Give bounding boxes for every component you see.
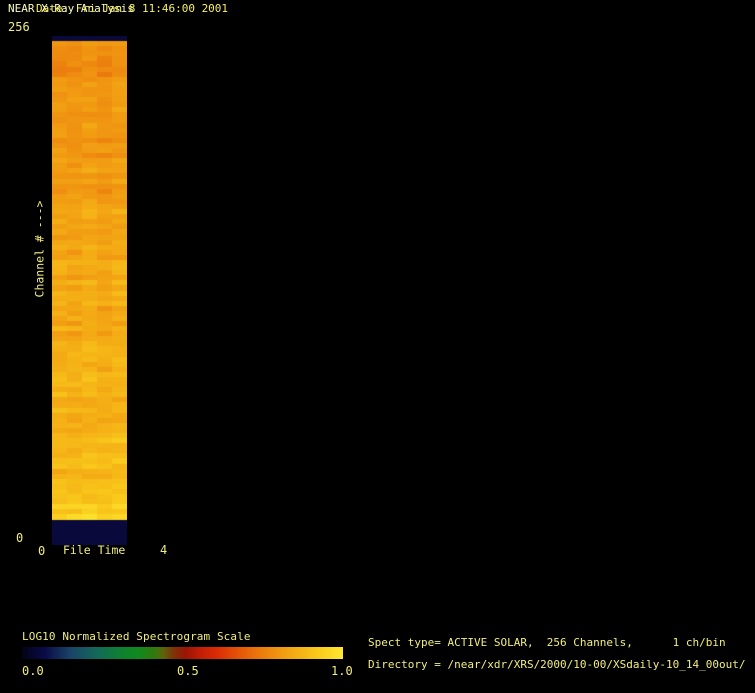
y-axis-max-tick: 256 (8, 20, 30, 34)
colorbar-tick-min: 0.0 (22, 664, 44, 678)
colorbar-gradient (22, 647, 343, 659)
directory-label: Directory = /near/xdr/XRS/2000/10-00/XSd… (368, 658, 746, 671)
colorbar-title: LOG10 Normalized Spectrogram Scale (22, 630, 251, 643)
date-label: Date: Fri Jan 8 11:46:00 2001 (36, 2, 229, 15)
near-xray-analysis-window: NEAR X-Ray Analysis Date: Fri Jan 8 11:4… (0, 0, 755, 693)
spectrogram-image (52, 36, 127, 545)
x-axis-min-tick: 0 (38, 544, 46, 558)
spect-type-label: Spect type= ACTIVE SOLAR, 256 Channels, … (368, 636, 726, 649)
x-axis-max-tick: 4 (160, 543, 168, 557)
x-axis-label: File Time (63, 543, 126, 557)
colorbar-tick-max: 1.0 (331, 664, 353, 678)
colorbar-tick-mid: 0.5 (177, 664, 199, 678)
y-axis-label: Channel # ---> (32, 200, 47, 298)
y-axis-min-tick: 0 (16, 531, 24, 545)
